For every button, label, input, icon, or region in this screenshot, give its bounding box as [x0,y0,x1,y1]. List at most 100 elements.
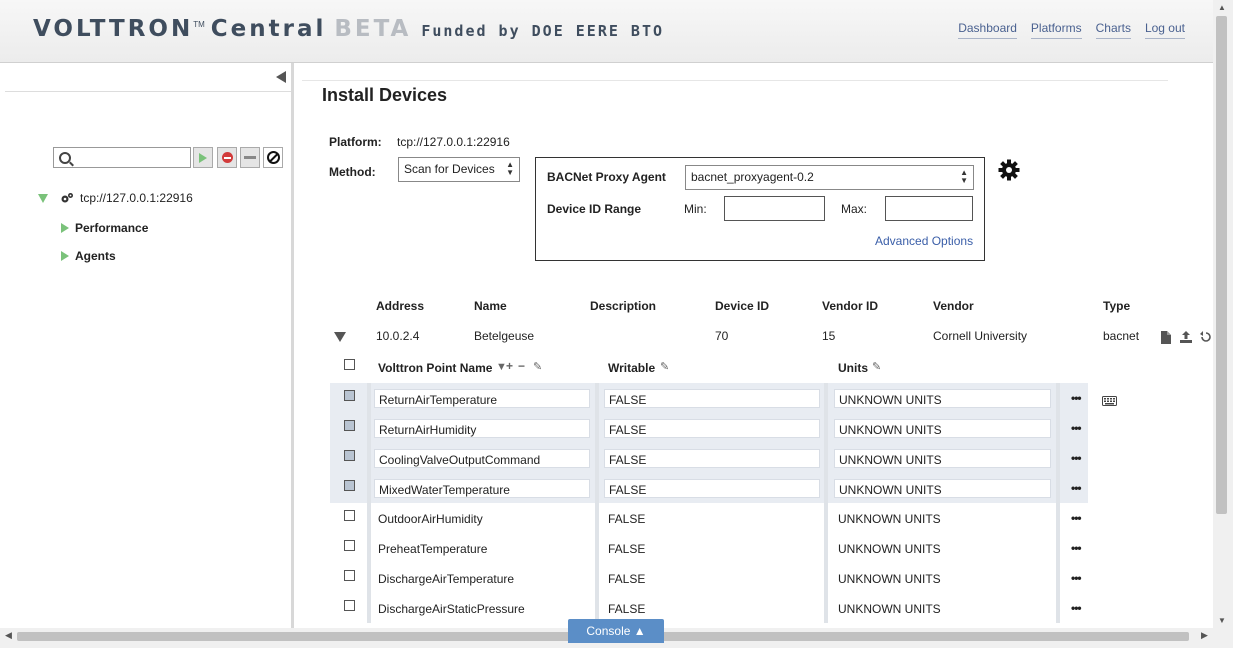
upload-icon[interactable] [1179,330,1193,344]
scroll-up-icon[interactable]: ▲ [1218,3,1226,12]
scroll-right-icon[interactable]: ▶ [1201,630,1208,641]
column-divider [824,443,828,473]
tree-item-performance[interactable]: Performance [61,221,148,235]
min-input[interactable] [724,196,825,221]
column-divider [824,503,828,533]
select-all-checkbox[interactable] [344,359,355,370]
writable-cell[interactable]: FALSE [604,389,820,408]
table-row[interactable]: DischargeAirStaticPressure FALSE UNKNOWN U… [330,593,1090,623]
more-options-icon[interactable]: ••• [1071,451,1082,465]
tree-platform[interactable]: tcp://127.0.0.1:22916 [38,191,193,205]
tree-item-agents[interactable]: Agents [61,249,116,263]
method-select[interactable]: Scan for Devices ▲ ▼ [398,157,520,182]
stop-button[interactable] [217,147,237,168]
max-label: Max: [841,202,868,216]
row-checkbox[interactable] [344,570,355,581]
remove-column-icon[interactable]: − [518,359,525,373]
edit-icon[interactable]: ✎ [533,360,542,373]
keyboard-icon[interactable] [1102,396,1117,406]
writable-cell[interactable]: FALSE [604,569,820,588]
table-row[interactable]: DischargeAirTemperature FALSE UNKNOWN UNIT… [330,563,1090,593]
more-options-icon[interactable]: ••• [1071,391,1082,405]
nav-logout[interactable]: Log out [1144,21,1185,39]
writable-cell[interactable]: FALSE [604,479,820,498]
row-checkbox[interactable] [344,420,355,431]
units-cell[interactable]: UNKNOWN UNITS [834,539,1051,558]
advanced-options-link[interactable]: Advanced Options [875,234,973,248]
undo-icon[interactable] [1200,331,1212,343]
units-cell[interactable]: UNKNOWN UNITS [834,389,1051,408]
row-checkbox[interactable] [344,540,355,551]
method-label: Method: [329,165,376,179]
edit-icon[interactable]: ✎ [660,360,669,373]
row-checkbox[interactable] [344,510,355,521]
point-name-cell[interactable]: MixedWaterTemperature [374,479,590,498]
max-input[interactable] [885,196,973,221]
vertical-scrollbar[interactable]: ▲ ▼ [1213,0,1233,648]
units-cell[interactable]: UNKNOWN UNITS [834,569,1051,588]
column-divider [367,473,371,503]
scan-settings-gear-icon[interactable] [998,159,1020,184]
point-name-cell[interactable]: CoolingValveOutputCommand [374,449,590,468]
more-options-icon[interactable]: ••• [1071,421,1082,435]
sidebar: tcp://127.0.0.1:22916 Performance Agents [0,63,294,628]
search-input[interactable] [74,149,190,167]
edit-icon[interactable]: ✎ [872,360,881,373]
table-row[interactable]: OutdoorAirHumidity FALSE UNKNOWN UNITS ••• [330,503,1090,533]
row-checkbox[interactable] [344,480,355,491]
table-row[interactable]: ReturnAirTemperature FALSE UNKNOWN UNITS ••… [330,383,1090,413]
units-cell[interactable]: UNKNOWN UNITS [834,509,1051,528]
clear-button[interactable] [263,147,283,168]
start-button[interactable] [193,147,213,168]
remove-button[interactable] [240,147,260,168]
units-cell[interactable]: UNKNOWN UNITS [834,449,1051,468]
scroll-left-icon[interactable]: ◀ [5,630,12,641]
row-checkbox[interactable] [344,390,355,401]
more-options-icon[interactable]: ••• [1071,541,1082,555]
column-divider [1056,533,1060,563]
writable-cell[interactable]: FALSE [604,449,820,468]
add-column-icon[interactable]: + [506,359,513,373]
point-name-cell[interactable]: DischargeAirStaticPressure [374,599,590,618]
collapse-sidebar-icon[interactable] [276,71,286,83]
row-checkbox[interactable] [344,600,355,611]
writable-cell[interactable]: FALSE [604,509,820,528]
file-icon[interactable] [1160,331,1171,344]
table-row[interactable]: PreheatTemperature FALSE UNKNOWN UNITS ••• [330,533,1090,563]
units-cell[interactable]: UNKNOWN UNITS [834,599,1051,618]
scroll-down-icon[interactable]: ▼ [1218,616,1226,625]
expand-down-icon[interactable] [38,193,48,203]
writable-cell[interactable]: FALSE [604,539,820,558]
point-name-cell[interactable]: OutdoorAirHumidity [374,509,590,528]
more-options-icon[interactable]: ••• [1071,601,1082,615]
brand-name: VOLTTRON [33,16,194,42]
console-toggle-button[interactable]: Console ▲ [568,619,664,643]
column-divider [367,593,371,623]
writable-cell[interactable]: FALSE [604,599,820,618]
more-options-icon[interactable]: ••• [1071,571,1082,585]
nav-platforms[interactable]: Platforms [1030,21,1082,39]
sidebar-divider [5,91,291,92]
page-title: Install Devices [322,85,448,105]
table-row[interactable]: ReturnAirHumidity FALSE UNKNOWN UNITS ••• [330,413,1090,443]
table-row[interactable]: MixedWaterTemperature FALSE UNKNOWN UNITS •… [330,473,1090,503]
proxy-agent-select[interactable]: bacnet_proxyagent-0.2 ▲ ▼ [685,165,974,190]
more-options-icon[interactable]: ••• [1071,481,1082,495]
more-options-icon[interactable]: ••• [1071,511,1082,525]
expand-right-icon[interactable] [61,223,69,233]
collapse-device-icon[interactable] [334,332,346,342]
point-name-cell[interactable]: ReturnAirTemperature [374,389,590,408]
point-name-cell[interactable]: ReturnAirHumidity [374,419,590,438]
writable-cell[interactable]: FALSE [604,419,820,438]
point-name-cell[interactable]: DischargeAirTemperature [374,569,590,588]
expand-right-icon[interactable] [61,251,69,261]
nav-charts[interactable]: Charts [1095,21,1131,39]
point-name-cell[interactable]: PreheatTemperature [374,539,590,558]
table-row[interactable]: CoolingValveOutputCommand FALSE UNKNOWN UN… [330,443,1090,473]
main-content: Install Devices Platform: tcp://127.0.0.… [296,63,1213,628]
row-checkbox[interactable] [344,450,355,461]
nav-dashboard[interactable]: Dashboard [958,21,1017,39]
vertical-scroll-thumb[interactable] [1216,16,1227,514]
units-cell[interactable]: UNKNOWN UNITS [834,479,1051,498]
units-cell[interactable]: UNKNOWN UNITS [834,419,1051,438]
